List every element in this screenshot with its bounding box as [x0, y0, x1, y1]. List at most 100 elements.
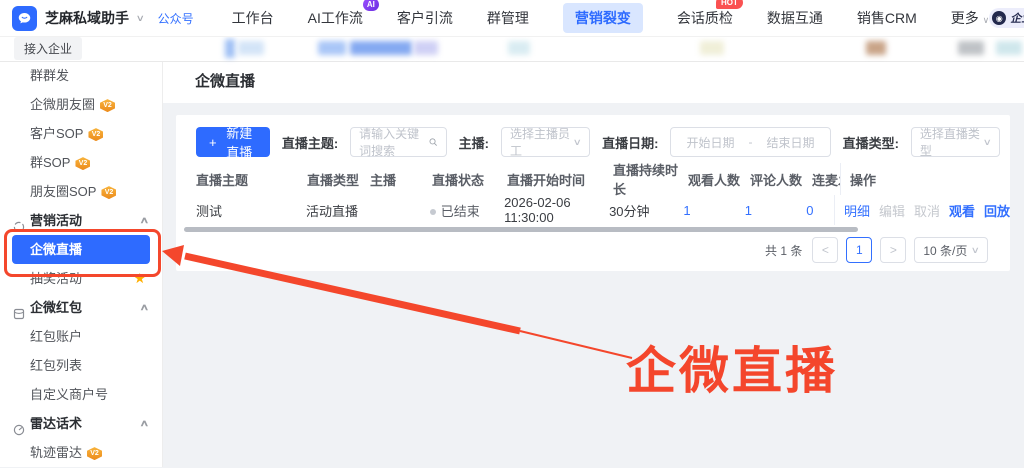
viewers-count-link[interactable]: 1	[683, 203, 690, 218]
plan-badge: ◉ 企业版 v3	[989, 8, 1024, 28]
type-filter-label: 直播类型:	[842, 135, 899, 151]
sidebar-item-moments-sop[interactable]: 朋友圈SOP V2	[0, 177, 162, 206]
chevron-up-icon: ∧	[139, 215, 150, 225]
page-size-select[interactable]: 10 条/页 ∨	[914, 237, 988, 263]
chevron-up-icon: ∧	[139, 418, 150, 428]
date-filter-label: 直播日期:	[602, 135, 659, 151]
prev-page-button[interactable]: <	[812, 237, 839, 263]
blurred-tab	[508, 41, 530, 55]
replay-action[interactable]: 回放	[984, 201, 1010, 220]
blurred-tab	[996, 41, 1022, 55]
nav-item-marketing-fission[interactable]: 营销裂变	[562, 3, 643, 33]
chevron-down-icon[interactable]: ∨	[136, 13, 145, 24]
cell-duration: 30分钟	[609, 203, 650, 219]
company-tabs-bar: 接入企业	[0, 36, 1024, 62]
nav-item-more[interactable]: 更多 ∨	[951, 8, 989, 28]
sidebar-item-wecom-live[interactable]: 企微直播	[12, 235, 150, 264]
horizontal-scrollbar[interactable]	[184, 227, 858, 232]
sidebar-item-group-sop[interactable]: 群SOP V2	[0, 148, 162, 177]
col-header-viewers: 观看人数	[688, 172, 741, 188]
logo[interactable]: 芝麻私域助手 ∨ 公众号	[0, 5, 194, 31]
page-number-button[interactable]: 1	[846, 237, 873, 263]
activity-circle-icon	[13, 214, 25, 233]
sidebar-item-custom-merchant-id[interactable]: 自定义商户号	[0, 380, 162, 409]
blurred-tab	[225, 39, 235, 58]
start-date-placeholder: 开始日期	[686, 135, 735, 150]
table-header-row: 直播主题 直播类型 主播 直播状态 直播开始时间 直播持续时长 观看人数 评论人…	[196, 163, 1010, 197]
account-type-link[interactable]: 公众号	[158, 10, 194, 27]
sidebar-section-marketing-activities[interactable]: 营销活动 ∧	[0, 206, 162, 235]
blurred-tab	[238, 41, 264, 55]
col-header-anchor: 主播	[370, 172, 397, 188]
v2-badge-icon: V2	[75, 157, 91, 171]
date-separator: -	[748, 135, 753, 149]
connect-enterprise-button[interactable]: 接入企业	[14, 37, 83, 60]
date-range-input[interactable]: 开始日期 - 结束日期	[670, 127, 831, 157]
top-navbar: 芝麻私域助手 ∨ 公众号 工作台 AI工作流 AI 客户引流 群管理 营销裂变 会…	[0, 0, 1024, 37]
sidebar-item-track-radar[interactable]: 轨迹雷达 V2	[0, 438, 162, 467]
sidebar-section-radar-scripts[interactable]: 雷达话术 ∧	[0, 409, 162, 438]
nav-right-area: ◉ 企业版 v3 ∨	[989, 7, 1024, 29]
nav-item-customer-acquisition[interactable]: 客户引流	[397, 8, 453, 28]
chevron-up-icon: ∧	[139, 302, 150, 312]
status-dot-icon	[429, 208, 436, 215]
col-header-status: 直播状态	[432, 172, 485, 188]
nav-item-workbench[interactable]: 工作台	[232, 8, 274, 28]
anchor-select[interactable]: 选择主播员工 ∨	[501, 127, 591, 158]
watch-action[interactable]: 观看	[949, 201, 975, 220]
col-header-type: 直播类型	[307, 172, 360, 188]
nav-item-data-interchange[interactable]: 数据互通	[767, 8, 823, 28]
theme-filter-label: 直播主题:	[281, 135, 339, 151]
sidebar-item-lottery-activity[interactable]: 抽奖活动 ★	[0, 264, 162, 293]
col-header-duration: 直播持续时长	[613, 163, 679, 197]
app-title: 芝麻私域助手	[45, 10, 129, 26]
chevron-down-icon: ∨	[573, 136, 583, 147]
blurred-tab	[866, 41, 886, 55]
edit-action: 编辑	[878, 203, 905, 219]
mic-count-link[interactable]: 0	[806, 203, 813, 218]
col-header-start-time: 直播开始时间	[507, 172, 586, 188]
chevron-down-icon: ∨	[983, 136, 993, 147]
nav-item-group-management[interactable]: 群管理	[487, 8, 529, 28]
plan-logo-icon: ◉	[992, 11, 1007, 25]
chevron-down-icon: ∨	[982, 15, 990, 25]
table-row: 测试 活动直播 已结束 2026-02-06 11:30:00 30分钟 1 1…	[196, 195, 1010, 225]
v2-badge-icon: V2	[100, 99, 116, 113]
sidebar-item-group-mass-send[interactable]: 群群发	[0, 61, 162, 90]
sidebar-item-wecom-moments[interactable]: 企微朋友圈 V2	[0, 90, 162, 119]
blurred-tab	[414, 41, 438, 55]
next-page-button[interactable]: >	[880, 237, 907, 263]
detail-action[interactable]: 明细	[844, 201, 870, 220]
chat-bubble-logo-icon	[12, 5, 37, 31]
blurred-tab	[318, 41, 346, 55]
plus-icon: +	[209, 134, 217, 150]
v2-badge-icon: V2	[101, 186, 117, 200]
annotation-callout-text: 企微直播	[626, 343, 838, 399]
live-type-select[interactable]: 选择直播类型 ∨	[910, 127, 1000, 158]
nav-item-ai-workflow[interactable]: AI工作流 AI	[308, 0, 379, 28]
comments-count-link[interactable]: 1	[745, 203, 752, 218]
nav-item-chat-inspection[interactable]: 会话质检 HOT	[677, 0, 743, 28]
blurred-tab	[958, 41, 984, 55]
anchor-filter-label: 主播:	[458, 135, 489, 151]
page-title: 企微直播	[195, 73, 256, 90]
live-list-card: + 新建直播 直播主题: 请输入关键词搜索 主播: 选择主播员工 ∨ 直播日期:…	[176, 115, 1010, 271]
nav-item-sales-crm[interactable]: 销售CRM	[857, 8, 917, 28]
page-header: 企微直播	[162, 61, 1024, 103]
sidebar-item-red-packet-account[interactable]: 红包账户	[0, 322, 162, 351]
chevron-down-icon: ∨	[971, 244, 981, 255]
sidebar-item-customer-sop[interactable]: 客户SOP V2	[0, 119, 162, 148]
sidebar-section-wecom-red-packet[interactable]: 企微红包 ∧	[0, 293, 162, 322]
cell-theme: 测试	[196, 203, 223, 219]
search-icon	[429, 138, 438, 146]
pagination: 共 1 条 < 1 > 10 条/页 ∨	[765, 237, 988, 263]
theme-search-input[interactable]: 请输入关键词搜索	[350, 127, 447, 158]
red-packet-icon	[13, 301, 25, 320]
sidebar-item-red-packet-list[interactable]: 红包列表	[0, 351, 162, 380]
blurred-tab	[700, 41, 724, 55]
cancel-action: 取消	[913, 203, 940, 219]
cell-type: 活动直播	[305, 203, 358, 219]
cell-actions: 明细 编辑 取消 观看 回放	[833, 195, 1010, 225]
col-header-actions: 操作	[840, 163, 1010, 195]
new-live-button[interactable]: + 新建直播	[196, 126, 270, 160]
